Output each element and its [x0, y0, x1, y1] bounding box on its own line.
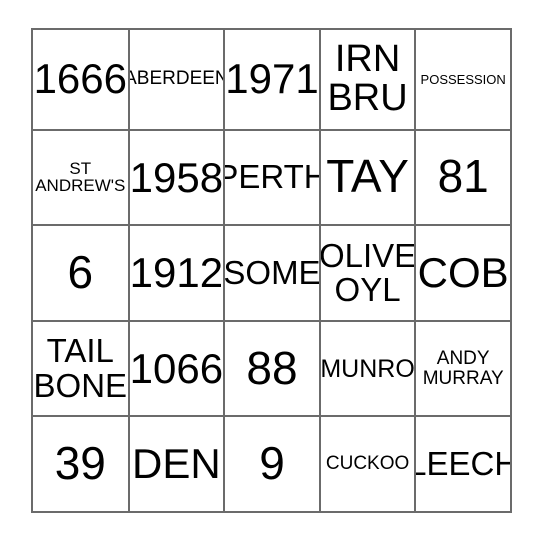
- bingo-cell-label: PERTH: [225, 158, 319, 196]
- bingo-cell[interactable]: 1971: [225, 30, 321, 131]
- bingo-cell-label: CUCKOO: [325, 453, 410, 475]
- bingo-cell-label: 1912: [129, 249, 224, 297]
- bingo-cell[interactable]: LEECH: [416, 417, 512, 514]
- bingo-cell-label: 88: [246, 341, 298, 394]
- bingo-cell-label: POSSESSION: [420, 71, 506, 87]
- bingo-cell[interactable]: OLIVE OYL: [320, 226, 417, 322]
- bingo-cell-label: DEN: [132, 440, 221, 488]
- bingo-cell[interactable]: 81: [416, 130, 512, 227]
- bingo-row: 6 1912 SOME OLIVE OYL COB: [33, 226, 512, 322]
- bingo-cell-label: MUNRO: [320, 354, 415, 383]
- bingo-cell-label: 6: [67, 246, 94, 299]
- bingo-cell-label: LEECH: [416, 445, 512, 483]
- bingo-cell[interactable]: PERTH: [225, 130, 321, 227]
- bingo-row: TAIL BONE 1066 88 MUNRO ANDY MURRAY: [33, 321, 512, 418]
- bingo-cell[interactable]: COB: [416, 226, 512, 322]
- bingo-cell-label: ANDY MURRAY: [422, 347, 504, 389]
- bingo-cell[interactable]: SOME: [225, 226, 321, 322]
- bingo-cell-label: IRN BRU: [327, 37, 408, 120]
- bingo-cell-label: OLIVE OYL: [320, 236, 417, 308]
- bingo-card: 1666 ABERDEEN 1971 IRN BRU POSSESSION ST ANDR…: [31, 28, 512, 514]
- bingo-cell[interactable]: CUCKOO: [320, 417, 417, 514]
- bingo-cell-label: 1971: [225, 55, 319, 103]
- bingo-cell-label: 39: [54, 437, 106, 490]
- bingo-cell[interactable]: DEN: [129, 417, 226, 514]
- bingo-cell[interactable]: POSSESSION: [416, 30, 512, 131]
- bingo-cell[interactable]: 1066: [129, 321, 226, 418]
- bingo-cell[interactable]: 1912: [129, 226, 226, 322]
- bingo-cell-label: TAIL BONE: [33, 332, 128, 404]
- bingo-cell-label: 9: [259, 437, 285, 490]
- bingo-cell[interactable]: IRN BRU: [320, 30, 417, 131]
- bingo-cell[interactable]: TAIL BONE: [33, 321, 130, 418]
- bingo-cell[interactable]: ANDY MURRAY: [416, 321, 512, 418]
- bingo-cell[interactable]: MUNRO: [320, 321, 417, 418]
- bingo-cell[interactable]: 39: [33, 417, 130, 514]
- bingo-cell-label: 1666: [33, 55, 128, 103]
- bingo-cell-label: COB: [417, 249, 509, 297]
- bingo-cell[interactable]: 88: [225, 321, 321, 418]
- bingo-cell[interactable]: 6: [33, 226, 130, 322]
- bingo-cell-label: ST ANDREW'S: [35, 158, 126, 196]
- bingo-cell-label: TAY: [326, 150, 409, 203]
- bingo-cell[interactable]: 9: [225, 417, 321, 514]
- bingo-cell[interactable]: 1958: [129, 130, 226, 227]
- bingo-cell[interactable]: ST ANDREW'S: [33, 130, 130, 227]
- bingo-cell-label: ABERDEEN: [129, 68, 226, 90]
- bingo-cell[interactable]: TAY: [320, 130, 417, 227]
- bingo-cell-label: 1066: [129, 344, 224, 392]
- bingo-row: 39 DEN 9 CUCKOO LEECH: [33, 417, 512, 514]
- bingo-cell-label: 81: [437, 150, 489, 203]
- bingo-row: 1666 ABERDEEN 1971 IRN BRU POSSESSION: [33, 30, 512, 131]
- bingo-row: ST ANDREW'S1958PERTHTAY 81: [33, 130, 512, 227]
- bingo-cell[interactable]: 1666: [33, 30, 130, 131]
- bingo-cell-label: 1958: [129, 153, 224, 201]
- bingo-cell-label: SOME: [225, 253, 321, 291]
- bingo-cell[interactable]: ABERDEEN: [129, 30, 226, 131]
